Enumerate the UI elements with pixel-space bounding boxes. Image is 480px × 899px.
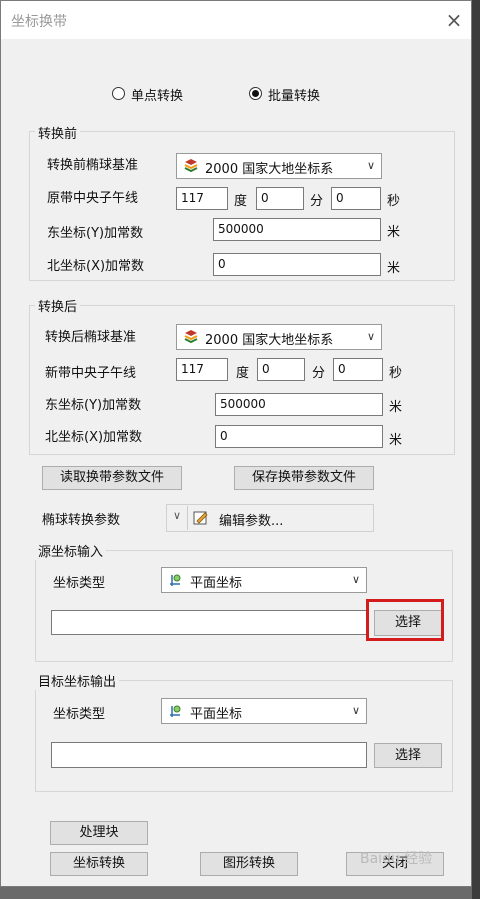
before-north-input[interactable]: 0 [213,253,381,276]
after-east-unit: 米 [389,400,403,415]
group-source-title: 源坐标输入 [35,541,107,560]
target-path-input[interactable] [51,742,367,768]
after-degree-unit: 度 [236,366,250,381]
after-east-input[interactable]: 500000 [215,393,383,416]
group-after-title: 转换后 [35,296,81,315]
read-params-button[interactable]: 读取换带参数文件 [42,466,182,490]
before-ellipsoid-value: 2000 国家大地坐标系 [205,162,334,177]
before-degree-input[interactable]: 117 [176,187,228,210]
after-ellipsoid-combo[interactable]: 2000 国家大地坐标系 ∨ [176,324,382,350]
before-minute-input[interactable]: 0 [256,187,304,210]
target-type-combo[interactable]: 平面坐标 ∨ [161,698,367,724]
before-minute-unit: 分 [310,194,324,209]
chevron-down-icon: ∨ [366,159,375,172]
after-east-label: 东坐标(Y)加常数 [45,398,142,413]
before-east-label: 东坐标(Y)加常数 [47,226,144,241]
before-degree-unit: 度 [234,194,248,209]
source-type-value: 平面坐标 [190,576,243,591]
target-type-value: 平面坐标 [190,707,243,722]
source-type-combo[interactable]: 平面坐标 ∨ [161,567,367,593]
after-ellipsoid-value: 2000 国家大地坐标系 [205,333,334,348]
layers-icon [184,159,198,173]
title-bar: 坐标换带 × [1,1,471,39]
process-block-button[interactable]: 处理块 [50,821,148,845]
before-east-input[interactable]: 500000 [213,218,381,241]
ellipsoid-param-label: 椭球转换参数 [42,513,121,528]
group-target [35,680,453,792]
before-ellipsoid-combo[interactable]: 2000 国家大地坐标系 ∨ [176,153,382,179]
edit-params-label: 编辑参数... [219,514,284,529]
chevron-down-icon: ∨ [351,704,360,717]
before-east-unit: 米 [387,225,401,240]
window-title: 坐标换带 [11,14,67,30]
after-north-label: 北坐标(X)加常数 [45,430,143,445]
after-second-input[interactable]: 0 [333,358,383,381]
side-scrollbar [472,0,480,899]
after-degree-input[interactable]: 117 [176,358,228,381]
group-before-title: 转换前 [35,123,81,142]
after-ellipsoid-label: 转换后椭球基准 [45,330,137,345]
after-minute-input[interactable]: 0 [257,358,305,381]
highlight-box [366,599,444,641]
graphic-convert-button[interactable]: 图形转换 [200,852,298,876]
after-meridian-label: 新带中央子午线 [45,366,137,381]
before-ellipsoid-label: 转换前椭球基准 [47,158,139,173]
source-type-label: 坐标类型 [53,576,106,591]
coordinate-icon [170,574,181,586]
after-second-unit: 秒 [389,366,403,381]
dialog-window: 坐标换带 × 单点转换 批量转换 转换前 转换前椭球基准 2000 国家大地坐标… [0,0,472,887]
layers-icon [184,330,198,344]
target-type-label: 坐标类型 [53,707,106,722]
chevron-down-icon: ∨ [351,573,360,586]
after-minute-unit: 分 [312,366,326,381]
source-path-input[interactable] [51,610,367,635]
before-meridian-label: 原带中央子午线 [47,191,139,206]
watermark: Baidu 经验 [360,851,433,867]
before-second-unit: 秒 [387,194,401,209]
before-north-label: 北坐标(X)加常数 [47,259,145,274]
after-north-input[interactable]: 0 [215,425,383,448]
radio-batch-label: 批量转换 [268,89,321,104]
group-target-title: 目标坐标输出 [35,671,120,690]
coordinate-icon [170,705,181,717]
radio-single-label: 单点转换 [131,89,184,104]
before-second-input[interactable]: 0 [331,187,381,210]
save-params-button[interactable]: 保存换带参数文件 [234,466,374,490]
after-north-unit: 米 [389,433,403,448]
dropdown-divider [187,506,188,530]
close-icon[interactable]: × [441,7,467,33]
radio-checked-icon [249,87,262,100]
chevron-down-icon: ∨ [366,330,375,343]
edit-params-dropdown[interactable]: ∨ 编辑参数... [166,504,374,532]
radio-circle-icon [112,87,125,100]
edit-icon [193,511,208,525]
before-north-unit: 米 [387,261,401,276]
coordinate-convert-button[interactable]: 坐标转换 [50,852,148,876]
target-select-button[interactable]: 选择 [374,743,442,768]
chevron-down-icon: ∨ [173,509,182,522]
